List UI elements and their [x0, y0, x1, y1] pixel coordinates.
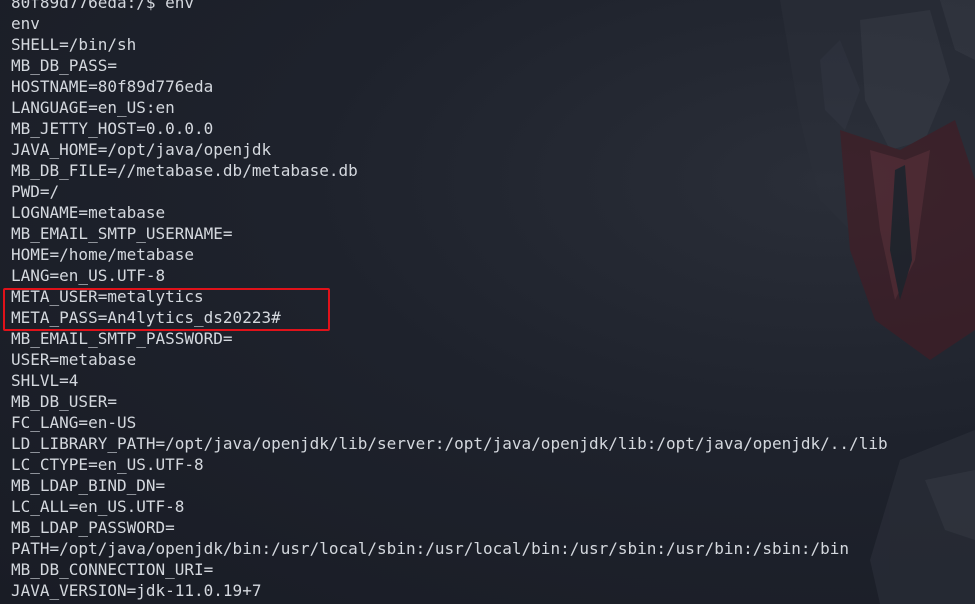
terminal-line: USER=metabase [11, 350, 137, 369]
terminal-line: MB_LDAP_BIND_DN= [11, 476, 166, 495]
terminal-line: LD_LIBRARY_PATH=/opt/java/openjdk/lib/se… [11, 434, 888, 453]
terminal-line: MB_DB_USER= [11, 392, 117, 411]
terminal-line: 80f89d776eda:/$ env [11, 0, 195, 12]
terminal-line: MB_EMAIL_SMTP_USERNAME= [11, 224, 233, 243]
terminal-line: PWD=/ [11, 182, 60, 201]
terminal-line: MB_DB_FILE=//metabase.db/metabase.db [11, 161, 358, 180]
terminal-line: LOGNAME=metabase [11, 203, 166, 222]
terminal-line: PATH=/opt/java/openjdk/bin:/usr/local/sb… [11, 539, 850, 558]
terminal-line: LC_ALL=en_US.UTF-8 [11, 497, 185, 516]
terminal-line: MB_JETTY_HOST=0.0.0.0 [11, 119, 214, 138]
terminal-line: FC_LANG=en-US [11, 413, 137, 432]
terminal-line: JAVA_VERSION=jdk-11.0.19+7 [11, 581, 262, 600]
terminal-line: SHLVL=4 [11, 371, 79, 390]
terminal-line: LANGUAGE=en_US:en [11, 98, 175, 117]
terminal-line: env [11, 14, 40, 33]
terminal-line: MB_LDAP_PASSWORD= [11, 518, 175, 537]
terminal-line: MB_DB_PASS= [11, 56, 117, 75]
terminal-line: LANG=en_US.UTF-8 [11, 266, 166, 285]
terminal-line: HOSTNAME=80f89d776eda [11, 77, 214, 96]
terminal-line: SHELL=/bin/sh [11, 35, 137, 54]
terminal-line-meta-pass: META_PASS=An4lytics_ds20223# [11, 308, 281, 327]
terminal-window[interactable]: 80f89d776eda:/$ env env SHELL=/bin/sh MB… [0, 0, 975, 604]
terminal-line: MB_DB_CONNECTION_URI= [11, 560, 214, 579]
terminal-line: HOME=/home/metabase [11, 245, 195, 264]
terminal-line: MB_EMAIL_SMTP_PASSWORD= [11, 329, 233, 348]
terminal-line: JAVA_HOME=/opt/java/openjdk [11, 140, 272, 159]
terminal-line: LC_CTYPE=en_US.UTF-8 [11, 455, 204, 474]
terminal-output: 80f89d776eda:/$ env env SHELL=/bin/sh MB… [11, 0, 888, 601]
terminal-line-meta-user: META_USER=metalytics [11, 287, 204, 306]
